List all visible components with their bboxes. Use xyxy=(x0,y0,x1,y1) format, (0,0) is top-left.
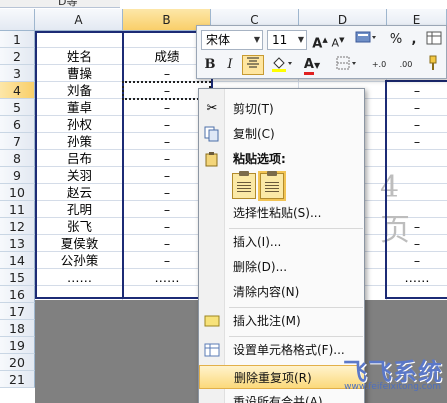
row-header-14[interactable]: 14 xyxy=(0,252,35,269)
menu-item-delete[interactable]: 删除(D)... xyxy=(199,255,364,279)
site-watermark: 飞飞系统 www.feifeixitong.com xyxy=(318,352,447,403)
menu-item-insert-label: 插入(I)... xyxy=(233,235,282,249)
menu-item-paste-special[interactable]: 选择性粘贴(S)... xyxy=(199,201,364,225)
menu-item-paste-options: 粘贴选项: xyxy=(199,147,364,171)
table-border-col-a xyxy=(35,31,124,299)
row-header-8[interactable]: 8 xyxy=(0,150,35,167)
shrink-font-button[interactable]: A▼ xyxy=(330,30,346,50)
row-header-3[interactable]: 3 xyxy=(0,65,35,82)
row-header-18[interactable]: 18 xyxy=(0,320,35,337)
menu-item-clear-contents[interactable]: 清除内容(N) xyxy=(199,280,364,304)
decrease-decimal-button[interactable]: .00 xyxy=(394,55,418,75)
menu-item-reset-all-label: 重设所有合并(A) xyxy=(233,395,323,403)
row-header-2[interactable]: 2 xyxy=(0,48,35,65)
table-icon xyxy=(426,31,442,45)
font-size-value: 11 xyxy=(272,33,288,47)
watermark-url: www.feifeixitong.com xyxy=(344,382,441,392)
menu-item-copy[interactable]: 复制(C) xyxy=(199,122,364,146)
menu-item-copy-label: 复制(C) xyxy=(233,127,275,141)
menu-item-insert[interactable]: 插入(I)... xyxy=(199,230,364,254)
row-header-7[interactable]: 7 xyxy=(0,133,35,150)
row-header-6[interactable]: 6 xyxy=(0,116,35,133)
column-header-a[interactable]: A xyxy=(35,9,123,31)
row-header-10[interactable]: 10 xyxy=(0,184,35,201)
cell-style-icon xyxy=(355,31,376,43)
copy-icon xyxy=(204,126,220,142)
font-name-value: 宋体 xyxy=(206,33,231,47)
scissors-icon: ✂ xyxy=(206,101,218,116)
row-header-12[interactable]: 12 xyxy=(0,218,35,235)
increase-decimal-button[interactable]: +.0 xyxy=(367,55,391,75)
accounting-format-button[interactable] xyxy=(425,30,445,50)
paintbrush-icon xyxy=(429,55,437,70)
row-header-17[interactable]: 17 xyxy=(0,303,35,320)
borders-icon xyxy=(336,56,356,70)
grow-font-icon: A xyxy=(312,36,323,52)
menu-separator xyxy=(229,228,363,229)
table-border-col-e xyxy=(385,80,447,299)
font-color-button[interactable]: A▼ xyxy=(299,55,325,75)
fill-color-button[interactable] xyxy=(269,55,295,75)
font-name-combo[interactable]: 宋体 ▼ xyxy=(201,30,263,50)
row-header-21[interactable]: 21 xyxy=(0,371,35,388)
menu-item-insert-comment-label: 插入批注(M) xyxy=(233,314,301,328)
paste-values-icon[interactable] xyxy=(260,171,284,199)
font-size-combo[interactable]: 11 ▼ xyxy=(267,30,307,50)
row-header-4[interactable]: 4 xyxy=(0,82,35,99)
format-painter-button[interactable] xyxy=(353,30,379,50)
select-all-corner[interactable] xyxy=(0,9,35,31)
paste-option-icon[interactable] xyxy=(232,171,256,199)
italic-button[interactable]: I xyxy=(222,55,238,75)
row-header-19[interactable]: 19 xyxy=(0,337,35,354)
format-cells-icon xyxy=(204,342,220,358)
align-center-button[interactable] xyxy=(242,55,264,75)
name-box-text: D等 xyxy=(58,0,78,8)
comma-style-button[interactable]: , xyxy=(407,30,421,50)
menu-item-clear-contents-label: 清除内容(N) xyxy=(233,285,300,299)
menu-item-paste-options-label: 粘贴选项: xyxy=(233,152,286,166)
row-header-11[interactable]: 11 xyxy=(0,201,35,218)
borders-button[interactable] xyxy=(334,55,360,75)
row-header-13[interactable]: 13 xyxy=(0,235,35,252)
clipboard-icon xyxy=(204,151,220,167)
menu-separator xyxy=(229,307,363,308)
menu-item-delete-label: 删除(D)... xyxy=(233,260,288,274)
shrink-font-icon: A xyxy=(331,36,340,50)
row-header-20[interactable]: 20 xyxy=(0,354,35,371)
paint-bucket-icon xyxy=(272,57,292,72)
font-color-icon: A xyxy=(303,58,314,75)
row-header-16[interactable]: 16 xyxy=(0,286,35,303)
chevron-down-icon: ▼ xyxy=(253,35,260,44)
mini-toolbar: 宋体 ▼ 11 ▼ A▲ A▼ % , B I A▼ +.0 .00 xyxy=(196,25,447,79)
format-brush-button[interactable] xyxy=(422,55,442,75)
chevron-down-icon: ▼ xyxy=(297,35,304,44)
percent-style-button[interactable]: % xyxy=(389,30,403,50)
comment-icon xyxy=(204,313,220,329)
menu-separator xyxy=(229,336,363,337)
menu-item-cut[interactable]: ✂ 剪切(T) xyxy=(199,97,364,121)
bold-button[interactable]: B xyxy=(202,55,218,75)
menu-item-cut-label: 剪切(T) xyxy=(233,102,274,116)
menu-item-paste-special-label: 选择性粘贴(S)... xyxy=(233,206,322,220)
row-header-15[interactable]: 15 xyxy=(0,269,35,286)
row-header-9[interactable]: 9 xyxy=(0,167,35,184)
row-header-1[interactable]: 1 xyxy=(0,31,35,48)
align-center-icon xyxy=(247,57,259,68)
menu-item-insert-comment[interactable]: 插入批注(M) xyxy=(199,309,364,333)
name-box[interactable]: D等 xyxy=(0,0,120,8)
row-header-5[interactable]: 5 xyxy=(0,99,35,116)
grow-font-button[interactable]: A▲ xyxy=(312,30,328,52)
menu-item-delete-duplicates-label: 删除重复项(R) xyxy=(234,371,312,385)
